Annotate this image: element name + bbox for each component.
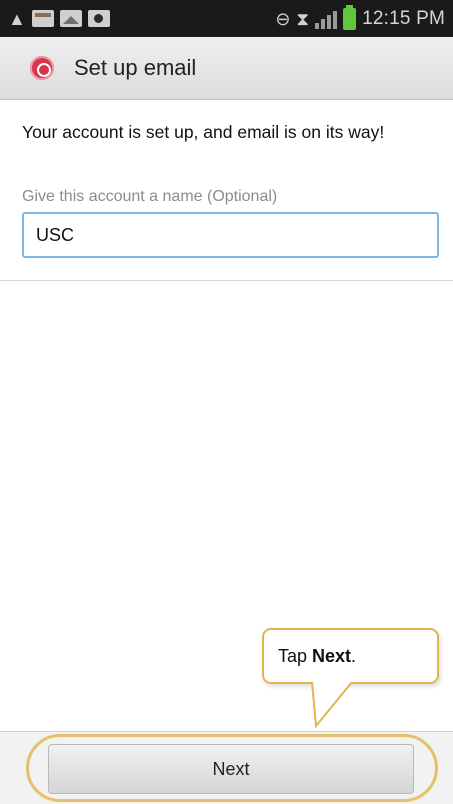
setup-content: Your account is set up, and email is on … — [0, 101, 453, 281]
email-notification-icon — [31, 10, 54, 27]
signal-icon — [315, 9, 338, 29]
wifi-icon: ⧗ — [296, 8, 310, 29]
account-name-label: Give this account a name (Optional) — [22, 188, 278, 205]
page-title: Set up email — [74, 55, 197, 80]
next-button[interactable]: Next — [48, 744, 414, 794]
setup-complete-message: Your account is set up, and email is on … — [22, 122, 385, 142]
status-bar-notifications: ▲ — [8, 10, 110, 28]
battery-icon — [343, 4, 357, 30]
callout-prefix: Tap — [278, 646, 313, 666]
warning-icon: ▲ — [8, 8, 26, 29]
sync-icon: ⊖ — [275, 8, 291, 29]
status-bar-system: ⊖ ⧗ 12:15 PM — [275, 4, 445, 30]
callout-suffix: . — [351, 646, 357, 666]
email-app-icon — [30, 56, 54, 80]
gallery-icon — [59, 10, 82, 27]
status-time: 12:15 PM — [362, 7, 445, 29]
callout-bold-text: Next — [312, 646, 352, 666]
status-bar: ▲ ⊖ ⧗ 12:15 PM — [0, 0, 453, 37]
callout-pointer — [311, 682, 353, 728]
title-bar: Set up email — [0, 37, 453, 100]
account-name-input[interactable] — [22, 212, 439, 258]
instruction-callout: Tap Next. — [262, 628, 439, 684]
video-icon — [87, 10, 110, 27]
